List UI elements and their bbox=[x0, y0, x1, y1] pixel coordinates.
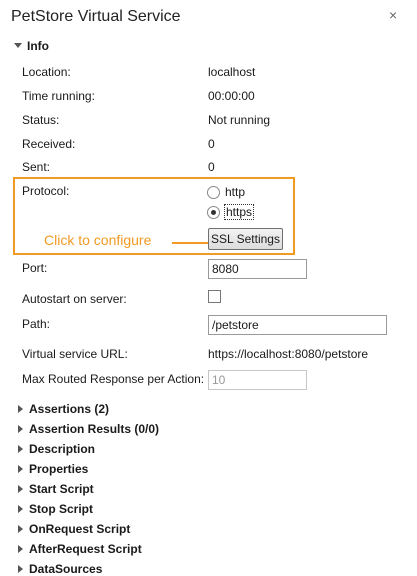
received-value: 0 bbox=[208, 137, 215, 151]
section-description[interactable]: Description bbox=[18, 442, 95, 456]
chevron-right-icon bbox=[18, 524, 23, 533]
section-onrequest-script[interactable]: OnRequest Script bbox=[18, 522, 130, 536]
max-routed-response-input[interactable]: 10 bbox=[208, 370, 307, 390]
port-input[interactable]: 8080 bbox=[208, 259, 307, 279]
virtual-service-url-value: https://localhost:8080/petstore bbox=[208, 347, 369, 361]
received-label: Received: bbox=[22, 137, 76, 151]
sent-value: 0 bbox=[208, 160, 215, 174]
chevron-right-icon bbox=[18, 564, 23, 573]
chevron-right-icon bbox=[18, 404, 23, 413]
chevron-right-icon bbox=[18, 544, 23, 553]
chevron-down-icon bbox=[14, 43, 22, 49]
chevron-right-icon bbox=[18, 424, 23, 433]
chevron-right-icon bbox=[18, 504, 23, 513]
section-label: Properties bbox=[29, 462, 89, 476]
chevron-right-icon bbox=[18, 464, 23, 473]
section-datasources[interactable]: DataSources bbox=[18, 562, 102, 576]
info-section-header[interactable]: Info bbox=[14, 39, 49, 53]
section-label: OnRequest Script bbox=[29, 522, 131, 536]
autostart-label: Autostart on server: bbox=[22, 292, 127, 306]
status-label: Status: bbox=[22, 113, 60, 127]
location-value: localhost bbox=[208, 65, 256, 79]
section-label: Description bbox=[29, 442, 96, 456]
chevron-right-icon bbox=[18, 484, 23, 493]
path-label: Path: bbox=[22, 317, 51, 331]
autostart-checkbox[interactable] bbox=[208, 290, 221, 303]
section-start-script[interactable]: Start Script bbox=[18, 482, 94, 496]
close-icon[interactable]: × bbox=[389, 7, 397, 23]
section-label: Start Script bbox=[29, 482, 94, 496]
status-value: Not running bbox=[208, 113, 271, 127]
location-label: Location: bbox=[22, 65, 71, 79]
max-routed-response-label: Max Routed Response per Action: bbox=[22, 372, 205, 386]
section-label: AfterRequest Script bbox=[29, 542, 142, 556]
window-title: PetStore Virtual Service bbox=[11, 8, 181, 25]
section-properties[interactable]: Properties bbox=[18, 462, 88, 476]
section-label: Assertion Results (0/0) bbox=[29, 422, 160, 436]
callout-text: Click to configure bbox=[44, 232, 152, 248]
port-label: Port: bbox=[22, 261, 48, 275]
path-input[interactable]: /petstore bbox=[208, 315, 387, 335]
section-label: Stop Script bbox=[29, 502, 94, 516]
section-label: Assertions (2) bbox=[29, 402, 110, 416]
section-assertions[interactable]: Assertions (2) bbox=[18, 402, 109, 416]
section-stop-script[interactable]: Stop Script bbox=[18, 502, 93, 516]
section-assertion-results[interactable]: Assertion Results (0/0) bbox=[18, 422, 159, 436]
virtual-service-url-label: Virtual service URL: bbox=[22, 347, 128, 361]
time-running-label: Time running: bbox=[22, 89, 95, 103]
section-afterrequest-script[interactable]: AfterRequest Script bbox=[18, 542, 142, 556]
section-label: DataSources bbox=[29, 562, 103, 576]
callout-line bbox=[172, 242, 208, 244]
chevron-right-icon bbox=[18, 444, 23, 453]
sent-label: Sent: bbox=[22, 160, 51, 174]
info-section-label: Info bbox=[27, 39, 49, 53]
time-running-value: 00:00:00 bbox=[208, 89, 255, 103]
